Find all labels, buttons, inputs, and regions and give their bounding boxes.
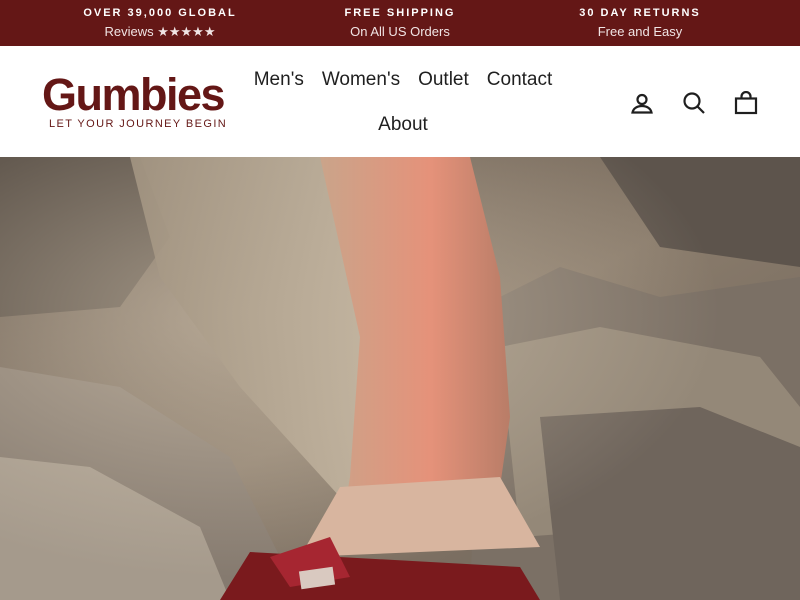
announcement-bar: OVER 39,000 GLOBAL Reviews ★★★★★ FREE SH…: [0, 0, 800, 46]
nav-item-mens[interactable]: Men's: [252, 69, 306, 91]
announcement-title: 30 DAY RETURNS: [579, 7, 701, 19]
announcement-subtitle: Free and Easy: [597, 24, 683, 39]
logo-wordmark: Gumbies: [42, 69, 226, 120]
announcement-title: OVER 39,000 GLOBAL: [83, 7, 237, 19]
main-nav: Men's Women's Outlet Contact About: [248, 46, 558, 157]
announcement-shipping: FREE SHIPPING On All US Orders: [300, 7, 500, 39]
nav-row: Men's Women's Outlet Contact: [248, 69, 558, 91]
announcement-subtitle: Reviews ★★★★★: [104, 24, 216, 39]
logo-tagline: LET YOUR JOURNEY BEGIN: [49, 118, 228, 130]
site-header: Gumbies LET YOUR JOURNEY BEGIN Men's Wom…: [0, 46, 800, 157]
nav-item-contact[interactable]: Contact: [485, 69, 554, 91]
nav-row: About: [248, 114, 558, 136]
nav-item-about[interactable]: About: [376, 114, 430, 136]
nav-item-womens[interactable]: Women's: [320, 69, 402, 91]
announcement-subtitle: On All US Orders: [350, 24, 450, 39]
hero-banner: [0, 157, 800, 600]
announcement-returns: 30 DAY RETURNS Free and Easy: [540, 7, 740, 39]
announcement-title: FREE SHIPPING: [344, 7, 456, 19]
brand-logo[interactable]: Gumbies LET YOUR JOURNEY BEGIN: [42, 69, 242, 130]
cart-icon[interactable]: [734, 91, 758, 115]
account-icon[interactable]: [630, 91, 654, 115]
header-icons: [630, 91, 758, 115]
search-icon[interactable]: [682, 91, 706, 115]
nav-item-outlet[interactable]: Outlet: [416, 69, 471, 91]
announcement-reviews: OVER 39,000 GLOBAL Reviews ★★★★★: [60, 7, 260, 39]
hero-image: [0, 157, 800, 600]
